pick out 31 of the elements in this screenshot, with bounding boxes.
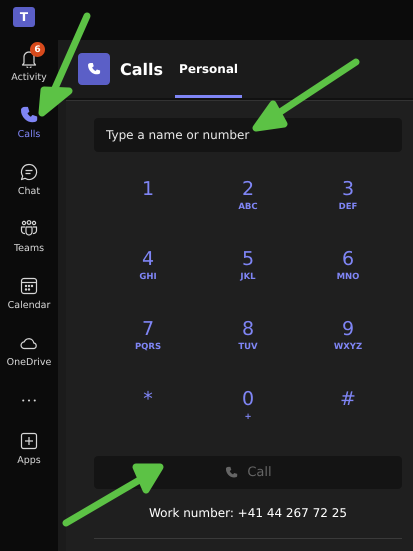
rail-item[interactable]: OneDrive bbox=[6, 327, 52, 369]
dial-key[interactable]: # bbox=[298, 388, 398, 458]
rail-item[interactable]: Calendar bbox=[8, 270, 50, 312]
search-field[interactable]: Type a name or number bbox=[94, 118, 402, 152]
calendar-icon bbox=[19, 276, 39, 296]
rail-item[interactable]: Chat bbox=[18, 156, 40, 198]
dial-key[interactable]: * bbox=[98, 388, 198, 458]
dial-key[interactable]: 1 bbox=[98, 178, 198, 248]
rail-item[interactable]: 6 Activity bbox=[11, 42, 47, 84]
dial-key[interactable]: 2 ABC bbox=[198, 178, 298, 248]
rail-item[interactable]: Calls bbox=[18, 99, 40, 141]
phone-icon bbox=[224, 465, 240, 480]
dial-key[interactable]: 4 GHI bbox=[98, 248, 198, 318]
dial-key[interactable]: 9 WXYZ bbox=[298, 318, 398, 388]
dial-key[interactable]: 3 DEF bbox=[298, 178, 398, 248]
dial-key[interactable]: 5 JKL bbox=[198, 248, 298, 318]
app-title: Calls bbox=[120, 60, 164, 78]
teams-logo: T bbox=[13, 7, 35, 27]
dial-key[interactable]: 7 PQRS bbox=[98, 318, 198, 388]
plus-icon bbox=[18, 431, 39, 451]
work-number: Work number: +41 44 267 72 25 bbox=[149, 506, 347, 520]
dial-key[interactable]: 8 TUV bbox=[198, 318, 298, 388]
rail-item[interactable]: Apps bbox=[17, 425, 41, 467]
notification-badge: 6 bbox=[30, 42, 45, 57]
rail-item[interactable]: Teams bbox=[14, 213, 44, 255]
more-icon bbox=[22, 399, 36, 402]
phone-icon bbox=[19, 105, 39, 125]
app-icon bbox=[78, 53, 110, 85]
dial-key[interactable]: 6 MNO bbox=[298, 248, 398, 318]
dial-key[interactable]: 0 + bbox=[198, 388, 298, 458]
chat-icon bbox=[18, 162, 39, 182]
